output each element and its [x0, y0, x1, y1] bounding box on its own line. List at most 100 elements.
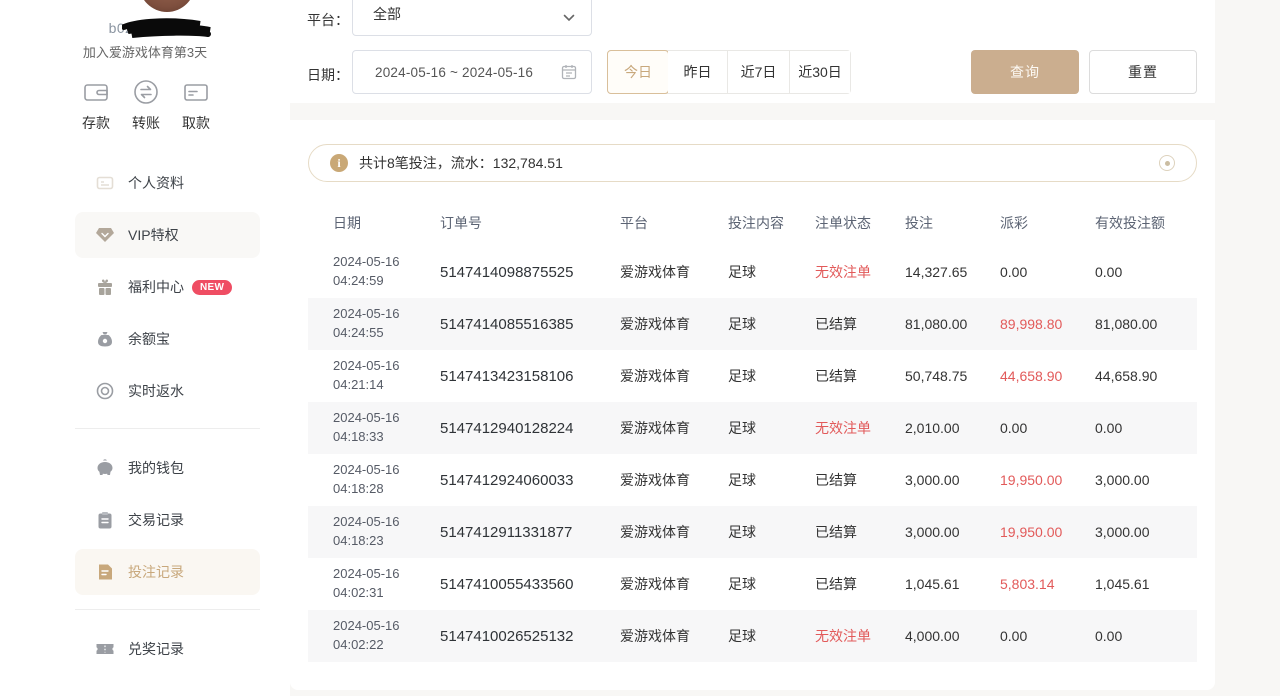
- sidebar-item-profile[interactable]: 个人资料: [75, 160, 260, 206]
- cell-content: 足球: [728, 470, 815, 490]
- deposit-wallet-icon: [82, 78, 110, 106]
- avatar[interactable]: [139, 0, 195, 12]
- sidebar-item-vip[interactable]: VIP特权: [75, 212, 260, 258]
- bet-records-panel: i 共计8笔投注，流水：132,784.51 日期 订单号 平台 投注内容 注单…: [290, 120, 1215, 690]
- table-body: 2024-05-1604:24:59 5147414098875525 爱游戏体…: [308, 246, 1197, 662]
- sidebar-item-welfare[interactable]: 福利中心 NEW: [75, 264, 260, 310]
- header-bet: 投注: [905, 213, 1000, 233]
- cell-platform: 爱游戏体育: [620, 470, 728, 490]
- table-row[interactable]: 2024-05-1604:18:28 5147412924060033 爱游戏体…: [308, 454, 1197, 506]
- cell-valid: 0.00: [1095, 420, 1197, 436]
- cell-status: 已结算: [815, 522, 905, 542]
- reset-button[interactable]: 重置: [1089, 50, 1197, 94]
- withdraw-button[interactable]: 取款: [182, 78, 210, 133]
- cell-date: 2024-05-1604:18:28: [308, 461, 440, 499]
- date-range-input[interactable]: 2024-05-16 ~ 2024-05-16: [352, 50, 592, 94]
- cell-payout: 5,803.14: [1000, 576, 1095, 592]
- table-row[interactable]: 2024-05-1604:24:55 5147414085516385 爱游戏体…: [308, 298, 1197, 350]
- cell-status: 无效注单: [815, 626, 905, 646]
- table-row[interactable]: 2024-05-1604:02:31 5147410055433560 爱游戏体…: [308, 558, 1197, 610]
- table-row[interactable]: 2024-05-1604:02:22 5147410026525132 爱游戏体…: [308, 610, 1197, 662]
- query-button[interactable]: 查询: [971, 50, 1079, 94]
- sidebar-item-bet-records[interactable]: 投注记录: [75, 549, 260, 595]
- cell-platform: 爱游戏体育: [620, 262, 728, 282]
- table-row[interactable]: 2024-05-1604:18:23 5147412911331877 爱游戏体…: [308, 506, 1197, 558]
- cell-platform: 爱游戏体育: [620, 522, 728, 542]
- info-icon: i: [330, 154, 348, 172]
- menu-divider: [75, 428, 260, 429]
- cell-valid: 3,000.00: [1095, 524, 1197, 540]
- date-quick-range-group: 今日 昨日 近7日 近30日: [607, 50, 851, 94]
- cell-bet: 81,080.00: [905, 316, 1000, 332]
- range-today-button[interactable]: 今日: [607, 50, 669, 94]
- cell-date: 2024-05-1604:18:23: [308, 513, 440, 551]
- cell-payout: 19,950.00: [1000, 524, 1095, 540]
- deposit-button[interactable]: 存款: [82, 78, 110, 133]
- header-status: 注单状态: [815, 213, 905, 233]
- cell-payout: 0.00: [1000, 628, 1095, 644]
- cell-order: 5147414098875525: [440, 264, 620, 281]
- filter-panel: 平台： 全部 日期： 2024-05-16 ~ 2024-05-16 今日 昨日: [290, 0, 1215, 103]
- calendar-icon: [561, 64, 577, 85]
- sidebar-item-transactions[interactable]: 交易记录: [75, 497, 260, 543]
- cell-platform: 爱游戏体育: [620, 314, 728, 334]
- table-row[interactable]: 2024-05-1604:18:33 5147412940128224 爱游戏体…: [308, 402, 1197, 454]
- cell-payout: 0.00: [1000, 420, 1095, 436]
- cell-status: 已结算: [815, 574, 905, 594]
- sidebar-item-redeem[interactable]: 兑奖记录: [75, 626, 260, 672]
- cell-date: 2024-05-1604:21:14: [308, 357, 440, 395]
- clipboard-icon: [95, 510, 115, 530]
- range-yesterday-button[interactable]: 昨日: [668, 51, 728, 93]
- sidebar: b0z VIP 0 加入爱游戏体育第3天 存款 转账: [0, 0, 290, 696]
- rebate-circle-icon: [95, 381, 115, 401]
- vip-diamond-icon: [95, 225, 115, 245]
- quick-actions: 存款 转账 取款: [0, 78, 290, 133]
- table-row[interactable]: 2024-05-1604:21:14 5147413423158106 爱游戏体…: [308, 350, 1197, 402]
- range-7days-button[interactable]: 近7日: [728, 51, 790, 93]
- username: b0z: [109, 20, 133, 36]
- cell-order: 5147412911331877: [440, 524, 620, 541]
- cell-date: 2024-05-1604:24:59: [308, 253, 440, 291]
- sidebar-item-wallet[interactable]: 我的钱包: [75, 445, 260, 491]
- cell-bet: 14,327.65: [905, 264, 1000, 280]
- join-days-text: 加入爱游戏体育第3天: [0, 42, 290, 61]
- transfer-icon: [132, 78, 160, 106]
- cell-payout: 44,658.90: [1000, 368, 1095, 384]
- cell-content: 足球: [728, 418, 815, 438]
- platform-label: 平台：: [307, 10, 349, 30]
- piggy-bank-icon: [95, 458, 115, 478]
- sidebar-item-yuebao[interactable]: 余额宝: [75, 316, 260, 362]
- menu-divider: [75, 609, 260, 610]
- circled-dot-icon[interactable]: [1159, 155, 1175, 171]
- header-payout: 派彩: [1000, 213, 1095, 233]
- cell-platform: 爱游戏体育: [620, 366, 728, 386]
- cell-valid: 44,658.90: [1095, 368, 1197, 384]
- cell-status: 已结算: [815, 470, 905, 490]
- table-row[interactable]: 2024-05-1604:24:59 5147414098875525 爱游戏体…: [308, 246, 1197, 298]
- cell-content: 足球: [728, 314, 815, 334]
- vip-level-badge: VIP 0: [139, 21, 182, 36]
- transfer-button[interactable]: 转账: [132, 78, 160, 133]
- date-label: 日期：: [307, 65, 349, 85]
- cell-platform: 爱游戏体育: [620, 418, 728, 438]
- table-header-row: 日期 订单号 平台 投注内容 注单状态 投注 派彩 有效投注额: [308, 200, 1197, 246]
- header-platform: 平台: [620, 213, 728, 233]
- platform-select[interactable]: 全部: [352, 0, 592, 36]
- cell-date: 2024-05-1604:02:31: [308, 565, 440, 603]
- cell-payout: 0.00: [1000, 264, 1095, 280]
- cell-order: 5147412924060033: [440, 472, 620, 489]
- cell-content: 足球: [728, 626, 815, 646]
- range-30days-button[interactable]: 近30日: [790, 51, 850, 93]
- cell-date: 2024-05-1604:02:22: [308, 617, 440, 655]
- cell-order: 5147413423158106: [440, 368, 620, 385]
- cell-valid: 0.00: [1095, 264, 1197, 280]
- cell-bet: 3,000.00: [905, 524, 1000, 540]
- gift-icon: [95, 277, 115, 297]
- sidebar-item-rebate[interactable]: 实时返水: [75, 368, 260, 414]
- money-bag-icon: [95, 329, 115, 349]
- cell-order: 5147412940128224: [440, 420, 620, 437]
- cell-bet: 50,748.75: [905, 368, 1000, 384]
- cell-valid: 0.00: [1095, 628, 1197, 644]
- bet-records-table: 日期 订单号 平台 投注内容 注单状态 投注 派彩 有效投注额 2024-05-…: [308, 200, 1197, 662]
- cell-status: 无效注单: [815, 418, 905, 438]
